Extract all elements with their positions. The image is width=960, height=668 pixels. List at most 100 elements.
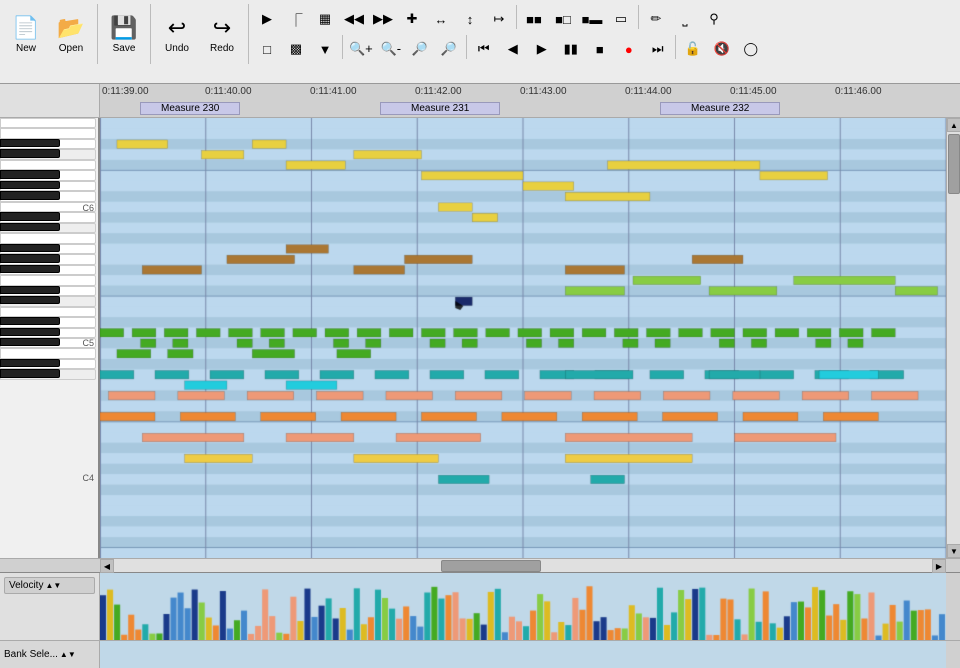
new-button[interactable]: 📄 New (4, 2, 48, 66)
select-rect-button[interactable]: ▦ (311, 5, 339, 33)
timeline-header: 0:11:39.00 0:11:40.00 0:11:41.00 0:11:42… (0, 84, 960, 118)
measure-232: Measure 232 (660, 102, 780, 115)
pause-button[interactable]: ▮▮ (557, 35, 585, 63)
bank-select-row: Bank Sele... ▲▼ (0, 640, 960, 668)
velocity-canvas (100, 573, 946, 640)
paste-button[interactable]: ▩ (282, 35, 310, 63)
move-tool-button[interactable]: ✚ (398, 5, 426, 33)
stop-button[interactable]: ■ (586, 35, 614, 63)
hscroll-end (946, 559, 960, 572)
rewind-button[interactable]: ◀◀ (340, 5, 368, 33)
velocity-bars-area (100, 573, 946, 640)
link-button[interactable]: ▭ (607, 5, 635, 33)
hscroll-track[interactable] (114, 559, 932, 572)
new-icon: 📄 (12, 15, 39, 41)
select-tool-button[interactable]: ▶ (253, 5, 281, 33)
open-icon: 📂 (57, 15, 84, 41)
open-button[interactable]: 📂 Open (49, 2, 93, 66)
note-canvas (100, 118, 946, 558)
velocity-dropdown[interactable]: Velocity ▲▼ (4, 577, 95, 594)
scroll-track[interactable] (947, 132, 960, 544)
content-area: C6 C5 C4 ▲ ▼ (0, 118, 960, 558)
c4-label: C4 (82, 473, 94, 483)
quantize-button[interactable]: ■■ (520, 5, 548, 33)
separator (342, 35, 343, 59)
zoom-out-h[interactable]: 🔍- (377, 35, 405, 63)
vel-scroll-corner (946, 573, 960, 640)
toolbar: 📄 New 📂 Open 💾 Save ↩ Undo ↪ Redo ▶ ⎾ ▦ (0, 0, 960, 84)
time-marker: 0:11:44.00 (625, 86, 672, 97)
bank-corner (946, 641, 960, 668)
draw-tool-button[interactable]: ⎾ (282, 5, 310, 33)
c5-label: C5 (82, 338, 94, 348)
time-marker: 0:11:42.00 (415, 86, 462, 97)
undo-label: Undo (165, 43, 189, 54)
scroll-down-button[interactable]: ▼ (947, 544, 960, 558)
zoom-in-h[interactable]: 🔍+ (346, 35, 376, 63)
open-label: Open (59, 43, 83, 54)
bank-select-label: Bank Sele... (4, 649, 58, 660)
move-h-button[interactable]: ↔ (427, 5, 455, 33)
move-v-button[interactable]: ↕ (456, 5, 484, 33)
separator (675, 35, 676, 59)
separator (248, 4, 249, 64)
save-button[interactable]: 💾 Save (102, 2, 146, 66)
velocity-section: Velocity ▲▼ (0, 572, 960, 640)
play-button[interactable]: ▶ (528, 35, 556, 63)
scroll-thumb[interactable] (948, 134, 960, 194)
timeline-ruler: 0:11:39.00 0:11:40.00 0:11:41.00 0:11:42… (100, 84, 946, 117)
mute-button[interactable]: 🔇 (708, 35, 736, 63)
vertical-scrollbar[interactable]: ▲ ▼ (946, 118, 960, 558)
magnet-button[interactable]: ⚲ (700, 5, 728, 33)
solo-button[interactable]: ◯ (737, 35, 765, 63)
separator (150, 4, 151, 64)
new-label: New (16, 43, 36, 54)
trim-button[interactable]: ■▬ (578, 5, 606, 33)
scrollbar-corner (946, 84, 960, 117)
horizontal-scrollbar[interactable]: ◀ ▶ (0, 558, 960, 572)
redo-icon: ↪ (213, 15, 231, 41)
scroll-left-button[interactable]: ◀ (100, 559, 114, 573)
separator (638, 5, 639, 29)
undo-button[interactable]: ↩ Undo (155, 2, 199, 66)
hscroll-thumb[interactable] (441, 560, 541, 572)
separator (516, 5, 517, 29)
time-marker: 0:11:41.00 (310, 86, 357, 97)
hscroll-corner (0, 559, 100, 572)
measure-230: Measure 230 (140, 102, 240, 115)
erase-button[interactable]: ⎵ (671, 5, 699, 33)
zoom-in-v[interactable]: 🔎 (406, 35, 434, 63)
paste-dropdown[interactable]: ▼ (311, 35, 339, 63)
bank-bars-area (100, 641, 946, 668)
time-marker: 0:11:40.00 (205, 86, 252, 97)
record-button[interactable]: ● (615, 35, 643, 63)
piano-keyboard: C6 C5 C4 (0, 118, 100, 558)
measure-231: Measure 231 (380, 102, 500, 115)
time-marker: 0:11:46.00 (835, 86, 882, 97)
separator (97, 4, 98, 64)
skip-start-button[interactable]: ⏮ (470, 35, 498, 63)
scroll-right-button[interactable]: ▶ (932, 559, 946, 573)
velocity-label: Velocity (9, 580, 43, 591)
skip-end-button[interactable]: ⏭ (644, 35, 672, 63)
scroll-up-button[interactable]: ▲ (947, 118, 960, 132)
copy-button[interactable]: □ (253, 35, 281, 63)
undo-icon: ↩ (168, 15, 186, 41)
zoom-out-v[interactable]: 🔎 (435, 35, 463, 63)
redo-button[interactable]: ↪ Redo (200, 2, 244, 66)
forward-button[interactable]: ▶▶ (369, 5, 397, 33)
quantize2-button[interactable]: ■□ (549, 5, 577, 33)
time-marker: 0:11:39.00 (102, 86, 149, 97)
piano-roll[interactable] (100, 118, 946, 558)
stretch-button[interactable]: ↦ (485, 5, 513, 33)
toolbar-row1: 📄 New 📂 Open 💾 Save ↩ Undo ↪ Redo ▶ ⎾ ▦ (0, 0, 960, 68)
lock-button[interactable]: 🔓 (679, 35, 707, 63)
bank-chevron-icon: ▲▼ (60, 650, 76, 659)
time-marker: 0:11:43.00 (520, 86, 567, 97)
velocity-chevron-icon: ▲▼ (45, 581, 61, 590)
bank-select[interactable]: Bank Sele... ▲▼ (0, 641, 100, 668)
skip-back-button[interactable]: ◀ (499, 35, 527, 63)
timeline-corner (0, 84, 100, 117)
pencil-button[interactable]: ✏ (642, 5, 670, 33)
time-marker: 0:11:45.00 (730, 86, 777, 97)
